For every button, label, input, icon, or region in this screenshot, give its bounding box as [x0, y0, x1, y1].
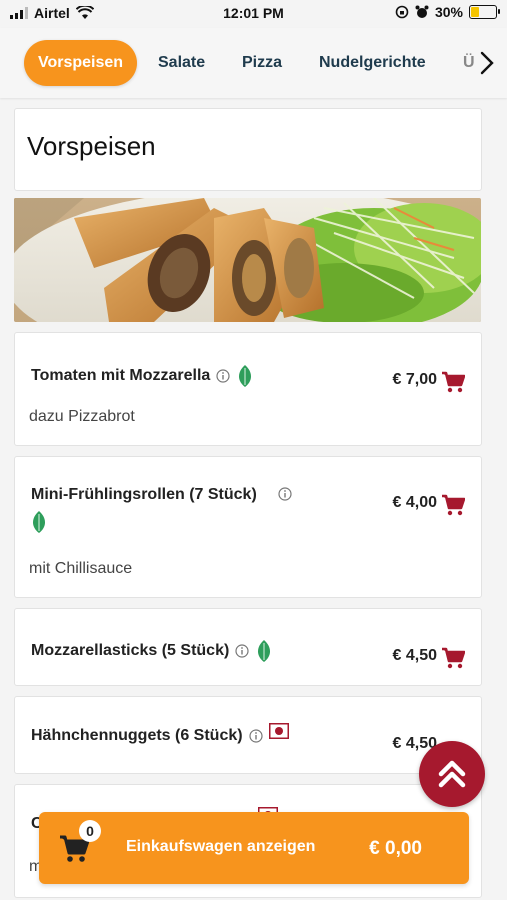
- item-name-row: Tomaten mit Mozzarella: [31, 364, 254, 388]
- item-price: € 4,00: [392, 494, 437, 511]
- battery-percent: 30%: [434, 4, 463, 20]
- leaf-icon: [258, 640, 271, 662]
- item-price: € 4,50: [392, 647, 437, 664]
- double-chevron-up-icon: [438, 760, 466, 788]
- tab-pizza[interactable]: Pizza: [228, 40, 296, 86]
- info-icon[interactable]: [216, 369, 230, 383]
- cart-count-badge: 0: [79, 820, 101, 842]
- leaf-icon: [33, 511, 45, 533]
- cart-add-icon[interactable]: [441, 371, 465, 393]
- item-price: € 7,00: [392, 371, 437, 388]
- scroll-top-button[interactable]: [419, 741, 485, 807]
- tab-vorspeisen[interactable]: Vorspeisen: [24, 40, 138, 86]
- cart-add-icon[interactable]: [441, 494, 465, 516]
- category-image: [14, 198, 481, 322]
- item-name: Tomaten mit Mozzarella: [31, 367, 211, 385]
- info-icon[interactable]: [248, 729, 263, 743]
- cart-add-icon[interactable]: [441, 647, 465, 669]
- item-name-row: Mozzarellasticks (5 Stück): [31, 639, 273, 663]
- info-icon[interactable]: [235, 644, 249, 658]
- item-description: dazu Pizzabrot: [29, 408, 135, 425]
- status-right: 30%: [395, 4, 500, 20]
- status-bar: Airtel 12:01 PM 30%: [0, 0, 507, 28]
- section-header: Vorspeisen: [14, 108, 482, 191]
- menu-item-card[interactable]: Tomaten mit Mozzarella dazu Pizzabrot € …: [14, 332, 482, 446]
- leaf-icon: [239, 365, 252, 387]
- tab-nudelgerichte[interactable]: Nudelgerichte: [305, 40, 440, 86]
- view-cart-button[interactable]: 0 Einkaufswagen anzeigen € 0,00: [39, 812, 469, 884]
- cart-total: € 0,00: [369, 838, 422, 859]
- cart-label: Einkaufswagen anzeigen: [126, 838, 316, 855]
- category-tabs: Vorspeisen Salate Pizza Nudelgerichte Üb: [0, 28, 507, 98]
- menu-item-card[interactable]: Hähnchennuggets (6 Stück) € 4,50: [14, 696, 482, 774]
- menu-item-card[interactable]: Mozzarellasticks (5 Stück) € 4,50: [14, 608, 482, 686]
- battery-icon: [469, 5, 500, 19]
- item-name: Mozzarellasticks (5 Stück): [31, 642, 230, 660]
- orientation-lock-icon: [395, 5, 409, 19]
- item-name-row: Hähnchennuggets (6 Stück): [31, 722, 289, 745]
- item-name: Mini-Frühlingsrollen (7 Stück): [31, 486, 257, 503]
- info-icon[interactable]: [278, 487, 292, 501]
- menu-item-card[interactable]: Mini-Frühlingsrollen (7 Stück) mit Chill…: [14, 456, 482, 598]
- item-description: mit Chillisauce: [29, 560, 133, 577]
- flag-icon: [268, 722, 289, 739]
- alarm-icon: [415, 5, 429, 18]
- section-title: Vorspeisen: [27, 131, 156, 161]
- chevron-right-icon[interactable]: [475, 48, 499, 78]
- tab-salate[interactable]: Salate: [144, 40, 219, 86]
- item-name: Hähnchennuggets (6 Stück): [31, 727, 243, 744]
